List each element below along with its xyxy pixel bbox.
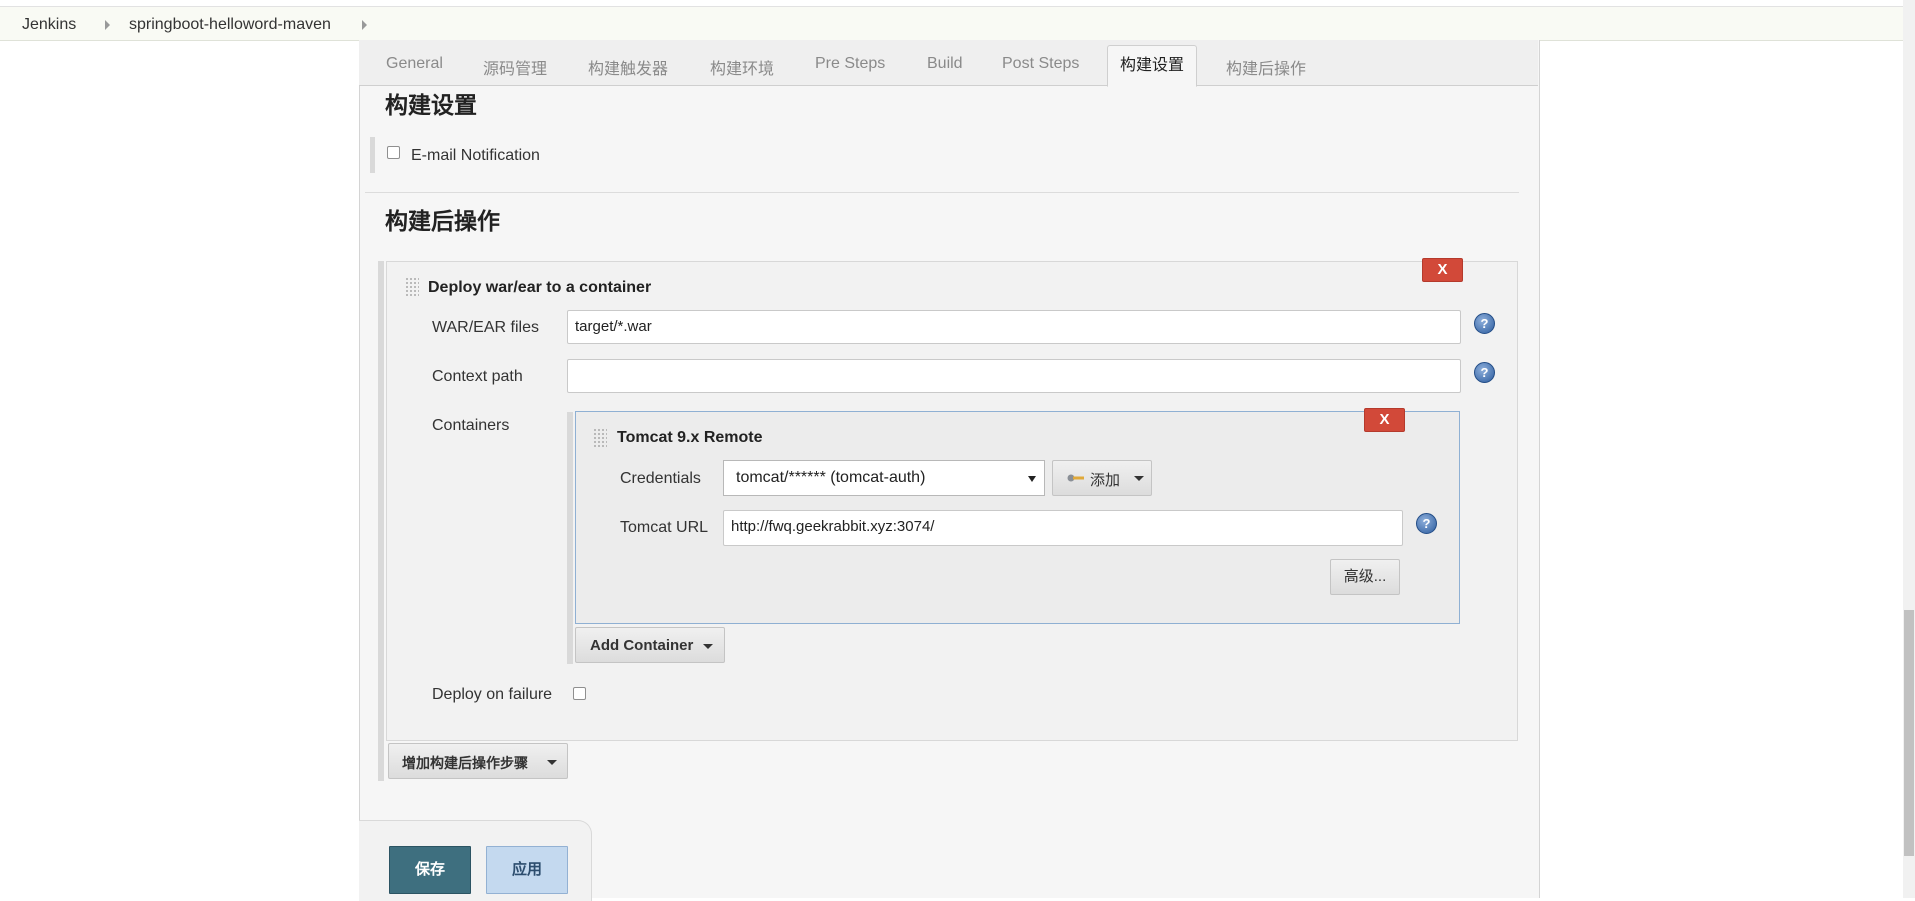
- add-post-build-step-label: 增加构建后操作步骤: [402, 755, 528, 771]
- breadcrumb: Jenkins springboot-helloword-maven: [0, 6, 1903, 41]
- tab-build-settings[interactable]: 构建设置: [1107, 45, 1198, 87]
- apply-button[interactable]: 应用: [486, 846, 568, 894]
- advanced-button[interactable]: 高级...: [1330, 559, 1400, 595]
- email-notification-label: E-mail Notification: [411, 147, 540, 164]
- section-left-bar: [370, 137, 375, 173]
- caret-down-icon: [703, 644, 713, 649]
- credentials-label: Credentials: [620, 470, 701, 487]
- caret-down-icon: [1134, 476, 1144, 481]
- config-tab-bar: General 源码管理 构建触发器 构建环境 Pre Steps Build …: [359, 40, 1538, 87]
- add-post-build-step-button[interactable]: 增加构建后操作步骤: [388, 743, 568, 779]
- containers-left-bar: [567, 412, 573, 664]
- section-divider: [365, 192, 1519, 193]
- war-ear-files-label: WAR/EAR files: [432, 319, 539, 336]
- drag-handle-icon[interactable]: [593, 428, 607, 448]
- section-title-build-settings: 构建设置: [385, 92, 477, 118]
- context-path-input[interactable]: [567, 359, 1461, 393]
- caret-down-icon: [547, 760, 557, 765]
- breadcrumb-job[interactable]: springboot-helloword-maven: [129, 16, 331, 34]
- section-title-post-build: 构建后操作: [385, 208, 500, 234]
- deploy-on-failure-label: Deploy on failure: [432, 686, 553, 703]
- add-container-label: Add Container: [590, 637, 694, 654]
- breadcrumb-jenkins[interactable]: Jenkins: [22, 16, 76, 34]
- tab-general[interactable]: General: [386, 55, 443, 73]
- key-icon: [1067, 474, 1084, 482]
- save-button[interactable]: 保存: [389, 846, 471, 894]
- scrollbar-thumb[interactable]: [1904, 610, 1914, 856]
- drag-handle-icon[interactable]: [405, 277, 419, 297]
- container-title: Tomcat 9.x Remote: [617, 429, 763, 446]
- deploy-block-title: Deploy war/ear to a container: [428, 279, 652, 296]
- dropdown-arrow-icon: [1028, 476, 1036, 482]
- tab-post-steps[interactable]: Post Steps: [1002, 55, 1079, 73]
- tab-post-build-actions[interactable]: 构建后操作: [1226, 55, 1306, 79]
- context-path-label: Context path: [432, 368, 523, 385]
- tomcat-url-label: Tomcat URL: [620, 519, 709, 536]
- credentials-value: tomcat/****** (tomcat-auth): [736, 469, 926, 486]
- post-build-left-bar: [378, 261, 384, 781]
- breadcrumb-separator-icon: [105, 20, 110, 30]
- tab-build-triggers[interactable]: 构建触发器: [588, 55, 668, 79]
- tab-build-environment[interactable]: 构建环境: [710, 55, 774, 79]
- add-credentials-button[interactable]: 添加: [1052, 460, 1152, 496]
- tab-source-management[interactable]: 源码管理: [483, 55, 547, 79]
- remove-container-button[interactable]: X: [1364, 408, 1405, 432]
- help-icon[interactable]: ?: [1416, 513, 1437, 534]
- breadcrumb-separator-icon: [362, 20, 367, 30]
- add-container-button[interactable]: Add Container: [575, 627, 725, 663]
- containers-label: Containers: [432, 417, 510, 434]
- tomcat-url-input[interactable]: http://fwq.geekrabbit.xyz:3074/: [723, 510, 1403, 546]
- remove-deploy-button[interactable]: X: [1422, 258, 1463, 282]
- tab-build[interactable]: Build: [927, 55, 963, 73]
- help-icon[interactable]: ?: [1474, 362, 1495, 383]
- deploy-on-failure-checkbox[interactable]: [573, 687, 586, 700]
- help-icon[interactable]: ?: [1474, 313, 1495, 334]
- tab-pre-steps[interactable]: Pre Steps: [815, 55, 885, 73]
- add-credentials-label: 添加: [1090, 472, 1121, 489]
- credentials-select[interactable]: tomcat/****** (tomcat-auth): [723, 460, 1045, 496]
- email-notification-checkbox[interactable]: [387, 146, 400, 159]
- war-ear-files-input[interactable]: target/*.war: [567, 310, 1461, 344]
